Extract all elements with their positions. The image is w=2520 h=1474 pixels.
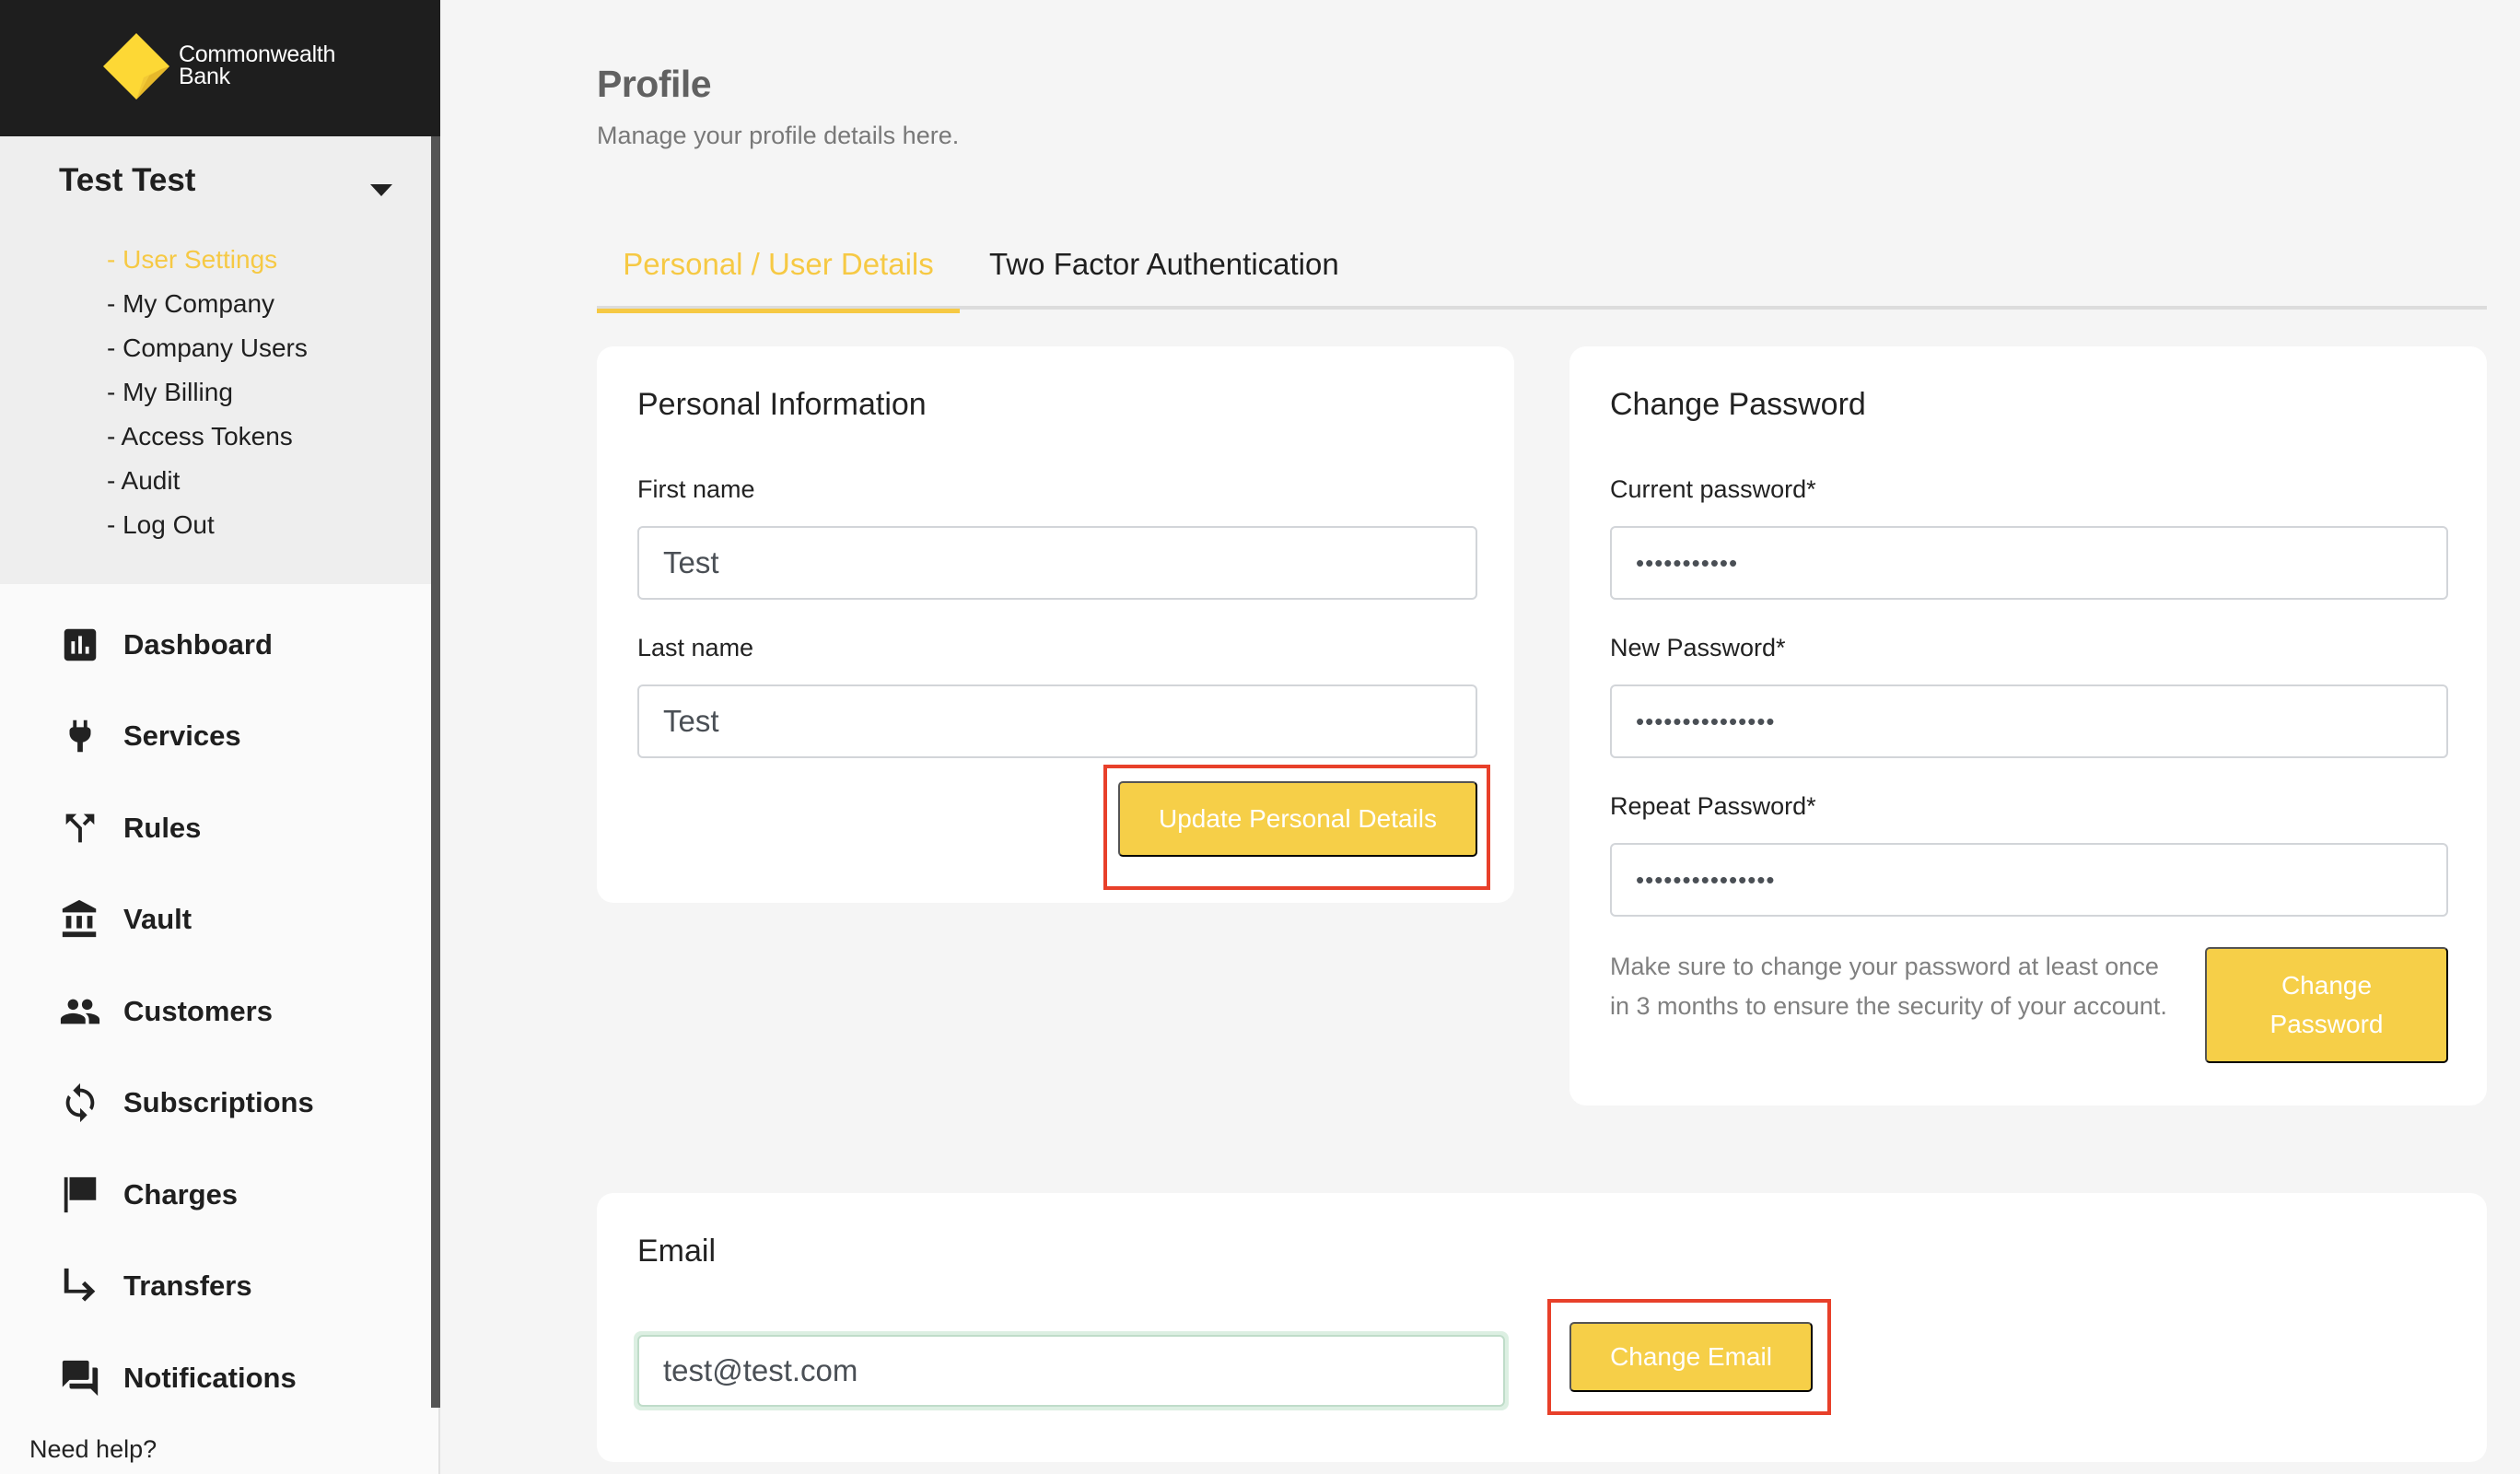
submenu-user-settings[interactable]: - User Settings — [107, 238, 308, 282]
change-password-card: Change Password Current password* ••••••… — [1569, 346, 2487, 1106]
change-password-button[interactable]: Change Password — [2205, 947, 2448, 1063]
nav-label: Notifications — [123, 1361, 297, 1394]
tab-personal-user-details[interactable]: Personal / User Details — [597, 247, 960, 313]
nav-item-services[interactable]: Services — [59, 691, 314, 783]
nav-item-transfers[interactable]: Transfers — [59, 1241, 314, 1333]
change-email-button[interactable]: Change Email — [1569, 1322, 1813, 1392]
last-name-label: Last name — [637, 634, 754, 661]
nav-item-rules[interactable]: Rules — [59, 782, 314, 874]
email-input-focus-ring: test@test.com — [634, 1331, 1509, 1410]
plug-icon — [59, 715, 101, 757]
nav-item-charges[interactable]: Charges — [59, 1149, 314, 1241]
sidebar-scrollbar[interactable] — [431, 136, 440, 1408]
submenu-my-company[interactable]: - My Company — [107, 282, 308, 326]
people-icon — [59, 990, 101, 1033]
nav-item-notifications[interactable]: Notifications — [59, 1332, 314, 1424]
current-password-label: Current password* — [1610, 475, 1816, 503]
last-name-input[interactable]: Test — [637, 684, 1477, 758]
nav-label: Charges — [123, 1177, 239, 1211]
submenu-access-tokens[interactable]: - Access Tokens — [107, 415, 308, 459]
repeat-password-input[interactable]: ••••••••••••••• — [1610, 843, 2448, 917]
new-password-input[interactable]: ••••••••••••••• — [1610, 684, 2448, 758]
page-subtitle: Manage your profile details here. — [597, 122, 960, 149]
bar-chart-icon — [59, 624, 101, 666]
personal-information-card: Personal Information First name Test Las… — [597, 346, 1514, 903]
profile-tabs: Personal / User Details Two Factor Authe… — [597, 240, 2487, 313]
new-password-label: New Password* — [1610, 634, 1786, 661]
card-title: Personal Information — [637, 387, 927, 422]
nav-label: Vault — [123, 903, 192, 936]
tab-two-factor-authentication[interactable]: Two Factor Authentication — [989, 247, 1339, 310]
user-name[interactable]: Test Test — [59, 162, 195, 199]
first-name-input[interactable]: Test — [637, 526, 1477, 600]
caret-down-icon[interactable] — [370, 184, 392, 196]
main-nav: Dashboard Services Rules Vault Customers — [59, 599, 314, 1424]
turn-right-arrow-icon — [59, 1265, 101, 1307]
nav-item-customers[interactable]: Customers — [59, 965, 314, 1058]
fork-arrows-icon — [59, 807, 101, 849]
refresh-icon — [59, 1082, 101, 1124]
brand-header: Commonwealth Bank — [0, 0, 440, 136]
flag-icon — [59, 1174, 101, 1216]
nav-label: Subscriptions — [123, 1086, 314, 1119]
repeat-password-label: Repeat Password* — [1610, 792, 1816, 820]
nav-label: Transfers — [123, 1269, 252, 1303]
brand-name-line2: Bank — [179, 64, 230, 89]
submenu-company-users[interactable]: - Company Users — [107, 326, 308, 370]
nav-label: Customers — [123, 994, 273, 1027]
user-menu: Test Test - User Settings - My Company -… — [0, 136, 431, 584]
nav-label: Dashboard — [123, 627, 273, 661]
update-personal-details-button[interactable]: Update Personal Details — [1118, 781, 1477, 857]
current-password-input[interactable]: ••••••••••• — [1610, 526, 2448, 600]
page-title: Profile — [597, 63, 712, 105]
card-title: Email — [637, 1234, 717, 1269]
user-submenu: - User Settings - My Company - Company U… — [107, 238, 308, 547]
submenu-audit[interactable]: - Audit — [107, 459, 308, 503]
submenu-my-billing[interactable]: - My Billing — [107, 370, 308, 415]
brand-name-line1: Commonwealth — [179, 41, 336, 67]
nav-item-subscriptions[interactable]: Subscriptions — [59, 1058, 314, 1150]
need-help-link[interactable]: Need help? — [29, 1435, 157, 1464]
email-input[interactable]: test@test.com — [637, 1335, 1505, 1407]
nav-item-vault[interactable]: Vault — [59, 874, 314, 966]
nav-label: Services — [123, 719, 241, 753]
card-title: Change Password — [1610, 387, 1866, 422]
chat-bubbles-icon — [59, 1357, 101, 1399]
first-name-label: First name — [637, 475, 755, 503]
commbank-logo-icon[interactable] — [103, 33, 169, 99]
bank-icon — [59, 898, 101, 941]
password-hint: Make sure to change your password at lea… — [1610, 953, 2167, 1020]
brand-name: Commonwealth Bank — [179, 43, 335, 88]
nav-item-dashboard[interactable]: Dashboard — [59, 599, 314, 691]
email-card: Email test@test.com Change Email — [597, 1193, 2487, 1462]
submenu-log-out[interactable]: - Log Out — [107, 503, 308, 547]
sidebar: Commonwealth Bank Test Test - User Setti… — [0, 0, 440, 1474]
nav-label: Rules — [123, 811, 202, 844]
